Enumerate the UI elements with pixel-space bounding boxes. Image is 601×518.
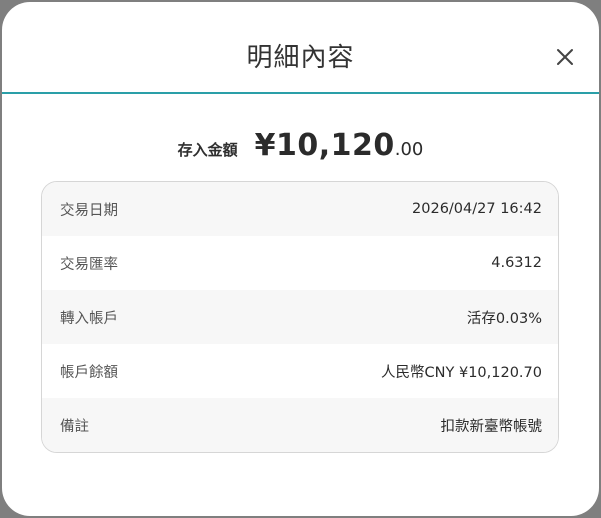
detail-value: 活存0.03%	[466, 310, 542, 327]
detail-label: 備註	[60, 418, 89, 435]
detail-label: 帳戶餘額	[60, 364, 118, 381]
detail-row-note: 備註 扣款新臺幣帳號	[42, 398, 558, 452]
close-icon[interactable]	[553, 45, 577, 69]
detail-row-exchange-rate: 交易匯率 4.6312	[42, 236, 558, 290]
detail-label: 交易匯率	[60, 256, 118, 273]
detail-row-transaction-date: 交易日期 2026/04/27 16:42	[42, 182, 558, 236]
deposit-amount-label: 存入金額	[177, 141, 238, 159]
detail-label: 交易日期	[60, 202, 118, 219]
detail-label: 轉入帳戶	[60, 310, 118, 327]
detail-value: 2026/04/27 16:42	[412, 201, 542, 217]
deposit-amount-main: ¥10,120	[254, 128, 395, 163]
detail-value: 人民幣CNY ¥10,120.70	[381, 364, 542, 381]
detail-list: 交易日期 2026/04/27 16:42 交易匯率 4.6312 轉入帳戶 活…	[41, 181, 559, 453]
detail-value: 4.6312	[491, 255, 542, 271]
detail-value: 扣款新臺幣帳號	[440, 418, 543, 435]
dialog-header: 明細內容	[2, 2, 599, 94]
dialog-title: 明細內容	[246, 43, 355, 73]
detail-dialog: 明細內容 存入金額 ¥10,120 .00 交易日期 2026/04/27 16…	[2, 2, 599, 516]
detail-row-account-balance: 帳戶餘額 人民幣CNY ¥10,120.70	[42, 344, 558, 398]
detail-row-target-account: 轉入帳戶 活存0.03%	[42, 290, 558, 344]
deposit-amount-decimal: .00	[394, 139, 424, 160]
deposit-amount: 存入金額 ¥10,120 .00	[2, 128, 599, 163]
